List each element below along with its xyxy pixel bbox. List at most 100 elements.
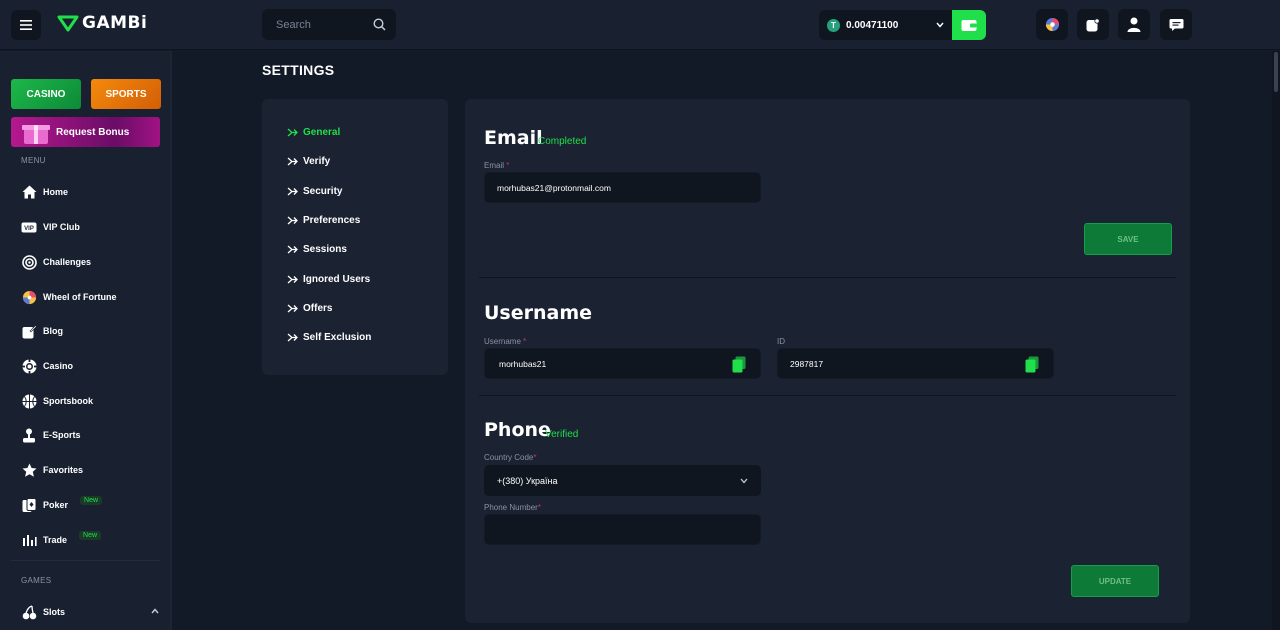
sidebar-item-sportsbook[interactable]: Sportsbook (21, 391, 93, 411)
page-scrollbar[interactable] (1272, 51, 1280, 630)
basketball-icon (21, 393, 37, 409)
phone-number-input[interactable] (497, 524, 748, 535)
sidebar-item-challenges[interactable]: Challenges (21, 252, 91, 272)
email-field-label: Email * (484, 161, 509, 170)
id-field[interactable]: 2987817 (777, 348, 1054, 379)
profile-button[interactable] (1118, 9, 1150, 40)
sidebar-item-label: Blog (43, 326, 63, 336)
request-bonus-button[interactable]: Request Bonus (11, 117, 160, 147)
phone-number-label-text: Phone Number (484, 503, 538, 512)
sidebar-item-e-sports[interactable]: E-Sports (21, 425, 81, 445)
balance-amount: 0.00471100 (846, 19, 899, 31)
wallet-icon (961, 19, 977, 31)
chevron-up-icon[interactable] (151, 608, 159, 614)
country-code-label-text: Country Code (484, 453, 534, 462)
settings-tab-label: Ignored Users (303, 274, 371, 285)
menu-toggle-button[interactable] (11, 10, 41, 40)
country-code-select[interactable]: +(380) Україна (484, 465, 761, 496)
required-marker: * (506, 161, 510, 170)
search-icon[interactable] (373, 18, 386, 31)
tether-icon: T (827, 18, 840, 32)
settings-tab-self-exclusion[interactable]: Self Exclusion (287, 332, 371, 343)
settings-tab-label: Preferences (303, 215, 361, 226)
sidebar-item-home[interactable]: Home (21, 182, 68, 202)
settings-tab-security[interactable]: Security (287, 186, 342, 197)
language-button[interactable] (1036, 9, 1068, 40)
search-input[interactable] (276, 18, 366, 31)
chat-button[interactable] (1160, 9, 1192, 40)
settings-tab-ignored-users[interactable]: Ignored Users (287, 274, 370, 285)
sidebar-item-vip-club[interactable]: VIP VIP Club (21, 217, 80, 237)
wheel-icon (21, 289, 37, 305)
sidebar-item-label: Wheel of Fortune (43, 292, 117, 302)
email-section-title: Email (484, 127, 543, 149)
sidebar-item-blog[interactable]: Blog (21, 321, 63, 341)
section-divider (479, 395, 1176, 396)
username-value: morhubas21 (499, 358, 547, 369)
sidebar-item-label: Favorites (43, 465, 84, 475)
sidebar-item-casino[interactable]: Casino (21, 356, 73, 376)
logo[interactable]: GAMBi (57, 13, 147, 33)
required-marker: * (533, 453, 537, 462)
page-scrollbar-thumb[interactable] (1274, 52, 1278, 92)
arrow-right-icon (287, 157, 298, 166)
arrow-right-icon (287, 275, 298, 284)
star-icon (21, 462, 37, 478)
sidebar-item-slots[interactable]: Slots (21, 602, 159, 622)
settings-tab-offers[interactable]: Offers (287, 303, 332, 314)
games-section-label: GAMES (21, 576, 52, 585)
logo-diamond-icon (57, 15, 79, 31)
sidebar: CASINO SPORTS Request Bonus MENU Home VI… (0, 51, 172, 630)
update-button[interactable]: UPDATE (1071, 565, 1159, 597)
sidebar-item-favorites[interactable]: Favorites (21, 460, 83, 480)
required-marker: * (537, 503, 541, 512)
vip-icon: VIP (21, 219, 37, 235)
settings-tab-label: Self Exclusion (303, 332, 372, 343)
sidebar-scroll-indicator[interactable] (170, 51, 172, 353)
notifications-button[interactable] (1077, 9, 1109, 40)
blog-icon (21, 323, 37, 339)
sidebar-item-wheel-of-fortune[interactable]: Wheel of Fortune (21, 287, 117, 307)
cherry-icon (21, 604, 37, 620)
required-marker: * (523, 337, 527, 346)
save-button[interactable]: SAVE (1084, 223, 1172, 255)
settings-tab-general[interactable]: General (287, 127, 340, 138)
settings-tab-label: Offers (303, 303, 333, 314)
sidebar-item-label: Challenges (43, 257, 92, 267)
chevron-down-icon (740, 478, 748, 483)
target-icon (21, 254, 37, 270)
settings-tab-label: Security (303, 186, 343, 197)
country-code-label: Country Code* (484, 453, 536, 462)
settings-tab-sessions[interactable]: Sessions (287, 244, 347, 255)
user-icon (1127, 17, 1141, 32)
sidebar-item-label: E-Sports (43, 430, 81, 440)
settings-nav: General Verify Security Preferences Sess… (262, 99, 448, 375)
settings-tab-label: General (303, 127, 341, 138)
copy-icon[interactable] (732, 356, 746, 373)
sidebar-item-label: VIP Club (43, 222, 80, 232)
arrow-right-icon (287, 333, 298, 342)
sidebar-item-trade[interactable]: Trade New (21, 530, 102, 550)
arrow-right-icon (287, 128, 298, 137)
wallet-button[interactable] (952, 10, 986, 40)
email-input[interactable] (497, 182, 748, 193)
sports-promo-button[interactable]: SPORTS (91, 79, 161, 109)
section-divider (479, 277, 1176, 278)
email-status-badge: Completed (538, 136, 587, 147)
page-title: SETTINGS (262, 62, 335, 78)
copy-icon[interactable] (1025, 356, 1039, 373)
email-field[interactable] (484, 172, 761, 203)
settings-tab-verify[interactable]: Verify (287, 156, 330, 167)
sidebar-item-label: Sportsbook (43, 396, 94, 406)
username-field[interactable]: morhubas21 (484, 348, 761, 379)
phone-number-field[interactable] (484, 514, 761, 545)
chevron-down-icon (936, 22, 944, 28)
svg-text:VIP: VIP (24, 226, 34, 232)
sidebar-item-poker[interactable]: Poker New (21, 495, 103, 515)
casino-promo-button[interactable]: CASINO (11, 79, 81, 109)
settings-tab-label: Sessions (303, 244, 347, 255)
settings-tab-preferences[interactable]: Preferences (287, 215, 360, 226)
username-label-text: Username (484, 337, 521, 346)
balance-dropdown[interactable]: T 0.00471100 (819, 10, 952, 40)
search-box[interactable] (262, 9, 396, 40)
